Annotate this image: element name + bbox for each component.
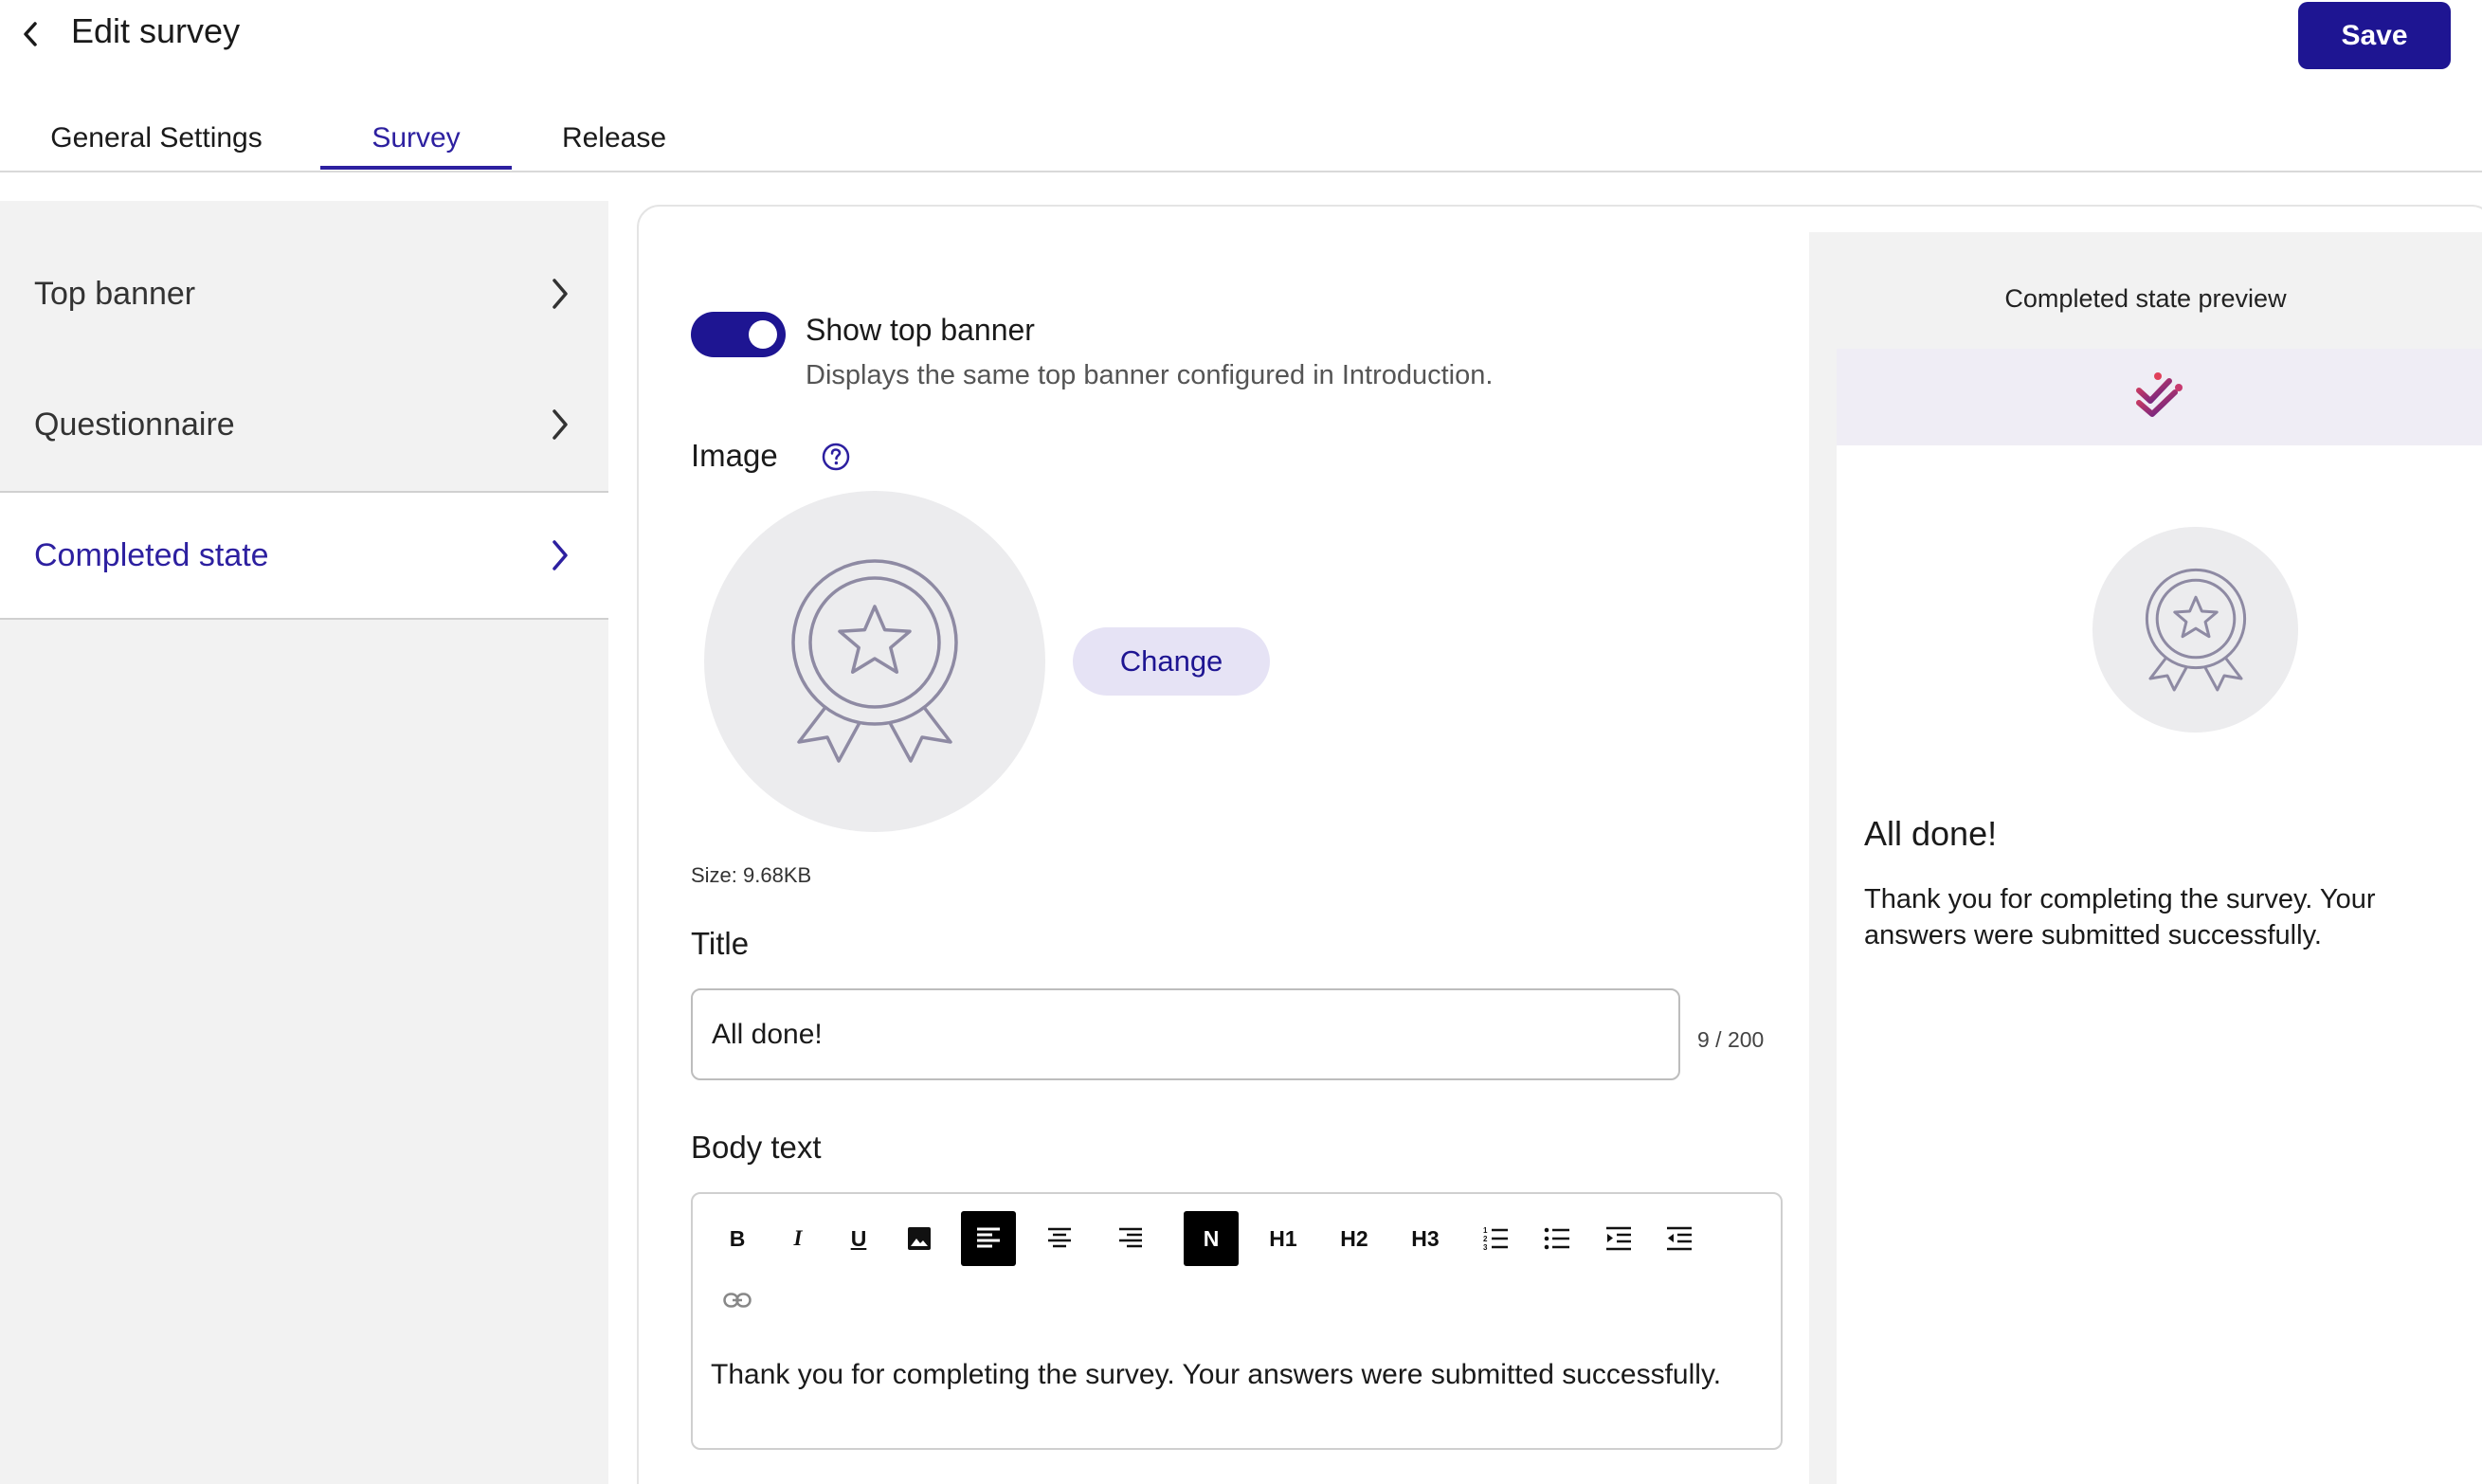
sidebar-item-questionnaire[interactable]: Questionnaire [0, 360, 608, 489]
body-text-label: Body text [691, 1130, 822, 1165]
logo-icon [2135, 372, 2183, 417]
svg-text:1: 1 [1483, 1226, 1488, 1235]
page-title: Edit survey [71, 11, 241, 50]
chevron-right-icon [553, 409, 568, 440]
align-right-button[interactable] [1103, 1211, 1158, 1266]
tab-general-settings[interactable]: General Settings [0, 104, 313, 172]
chevron-left-icon [24, 22, 37, 46]
title-char-count: 9 / 200 [1697, 1027, 1765, 1052]
preview-title: All done! [1864, 814, 1998, 853]
body-text-content[interactable]: Thank you for completing the survey. You… [711, 1357, 1753, 1393]
italic-button[interactable]: I [770, 1211, 825, 1266]
show-top-banner-toggle[interactable] [691, 312, 786, 357]
sidebar-item-label: Questionnaire [34, 406, 235, 443]
save-button[interactable]: Save [2298, 2, 2451, 69]
bullet-list-button[interactable] [1530, 1211, 1585, 1266]
preview-card: All done! Thank you for completing the s… [1837, 349, 2482, 1484]
bold-button[interactable]: B [710, 1211, 765, 1266]
award-medal-icon [2145, 568, 2246, 691]
svg-text:2: 2 [1483, 1235, 1488, 1243]
show-top-banner-label: Show top banner [806, 313, 1035, 347]
align-left-button[interactable] [961, 1211, 1016, 1266]
underline-button[interactable]: U [831, 1211, 886, 1266]
title-input[interactable] [691, 988, 1680, 1080]
title-label: Title [691, 926, 750, 961]
align-right-icon [1119, 1227, 1142, 1248]
chevron-right-icon [553, 279, 568, 309]
tab-release[interactable]: Release [527, 104, 701, 172]
align-left-icon [977, 1227, 1000, 1248]
show-top-banner-description: Displays the same top banner configured … [806, 360, 1494, 390]
image-label: Image [691, 438, 778, 473]
insert-image-button[interactable] [892, 1211, 947, 1266]
preview-image [2092, 527, 2298, 733]
toggle-knob [749, 320, 777, 349]
svg-text:3: 3 [1483, 1243, 1488, 1251]
sidebar-item-top-banner[interactable]: Top banner [0, 229, 608, 358]
heading-2-button[interactable]: H2 [1327, 1211, 1382, 1266]
image-size: Size: 9.68KB [691, 863, 812, 887]
ordered-list-icon: 123 [1483, 1226, 1508, 1251]
chevron-right-icon [553, 540, 568, 570]
award-medal-icon [791, 559, 958, 763]
sidebar-item-completed-state[interactable]: Completed state [0, 491, 608, 620]
link-icon [723, 1293, 752, 1308]
section-nav: Top banner Questionnaire Completed state [0, 201, 608, 1484]
heading-1-button[interactable]: H1 [1256, 1211, 1311, 1266]
sidebar-item-label: Completed state [34, 536, 269, 573]
align-center-icon [1048, 1227, 1071, 1248]
ordered-list-button[interactable]: 123 [1468, 1211, 1523, 1266]
bullet-list-icon [1544, 1227, 1569, 1250]
preview-top-banner [1837, 349, 2482, 445]
preview-body: Thank you for completing the survey. You… [1864, 884, 2376, 950]
body-text-editor[interactable]: B I U N H1 H2 H3 123 Thank you for compl… [691, 1192, 1783, 1450]
question-circle-icon[interactable] [821, 442, 851, 472]
outdent-button[interactable] [1652, 1211, 1707, 1266]
indent-button[interactable] [1591, 1211, 1646, 1266]
heading-3-button[interactable]: H3 [1398, 1211, 1453, 1266]
align-center-button[interactable] [1032, 1211, 1087, 1266]
tab-survey[interactable]: Survey [320, 104, 512, 172]
insert-link-button[interactable] [710, 1273, 765, 1328]
change-image-button[interactable]: Change [1073, 627, 1270, 696]
image-icon [908, 1227, 931, 1250]
active-tab-indicator [320, 166, 512, 170]
back-button[interactable] [9, 11, 51, 57]
outdent-icon [1667, 1226, 1692, 1251]
normal-text-button[interactable]: N [1184, 1211, 1239, 1266]
image-thumbnail [704, 491, 1045, 832]
sidebar-item-label: Top banner [34, 275, 196, 312]
indent-icon [1606, 1226, 1631, 1251]
tab-bar: General Settings Survey Release [0, 104, 2482, 172]
preview-label: Completed state preview [2004, 284, 2287, 313]
